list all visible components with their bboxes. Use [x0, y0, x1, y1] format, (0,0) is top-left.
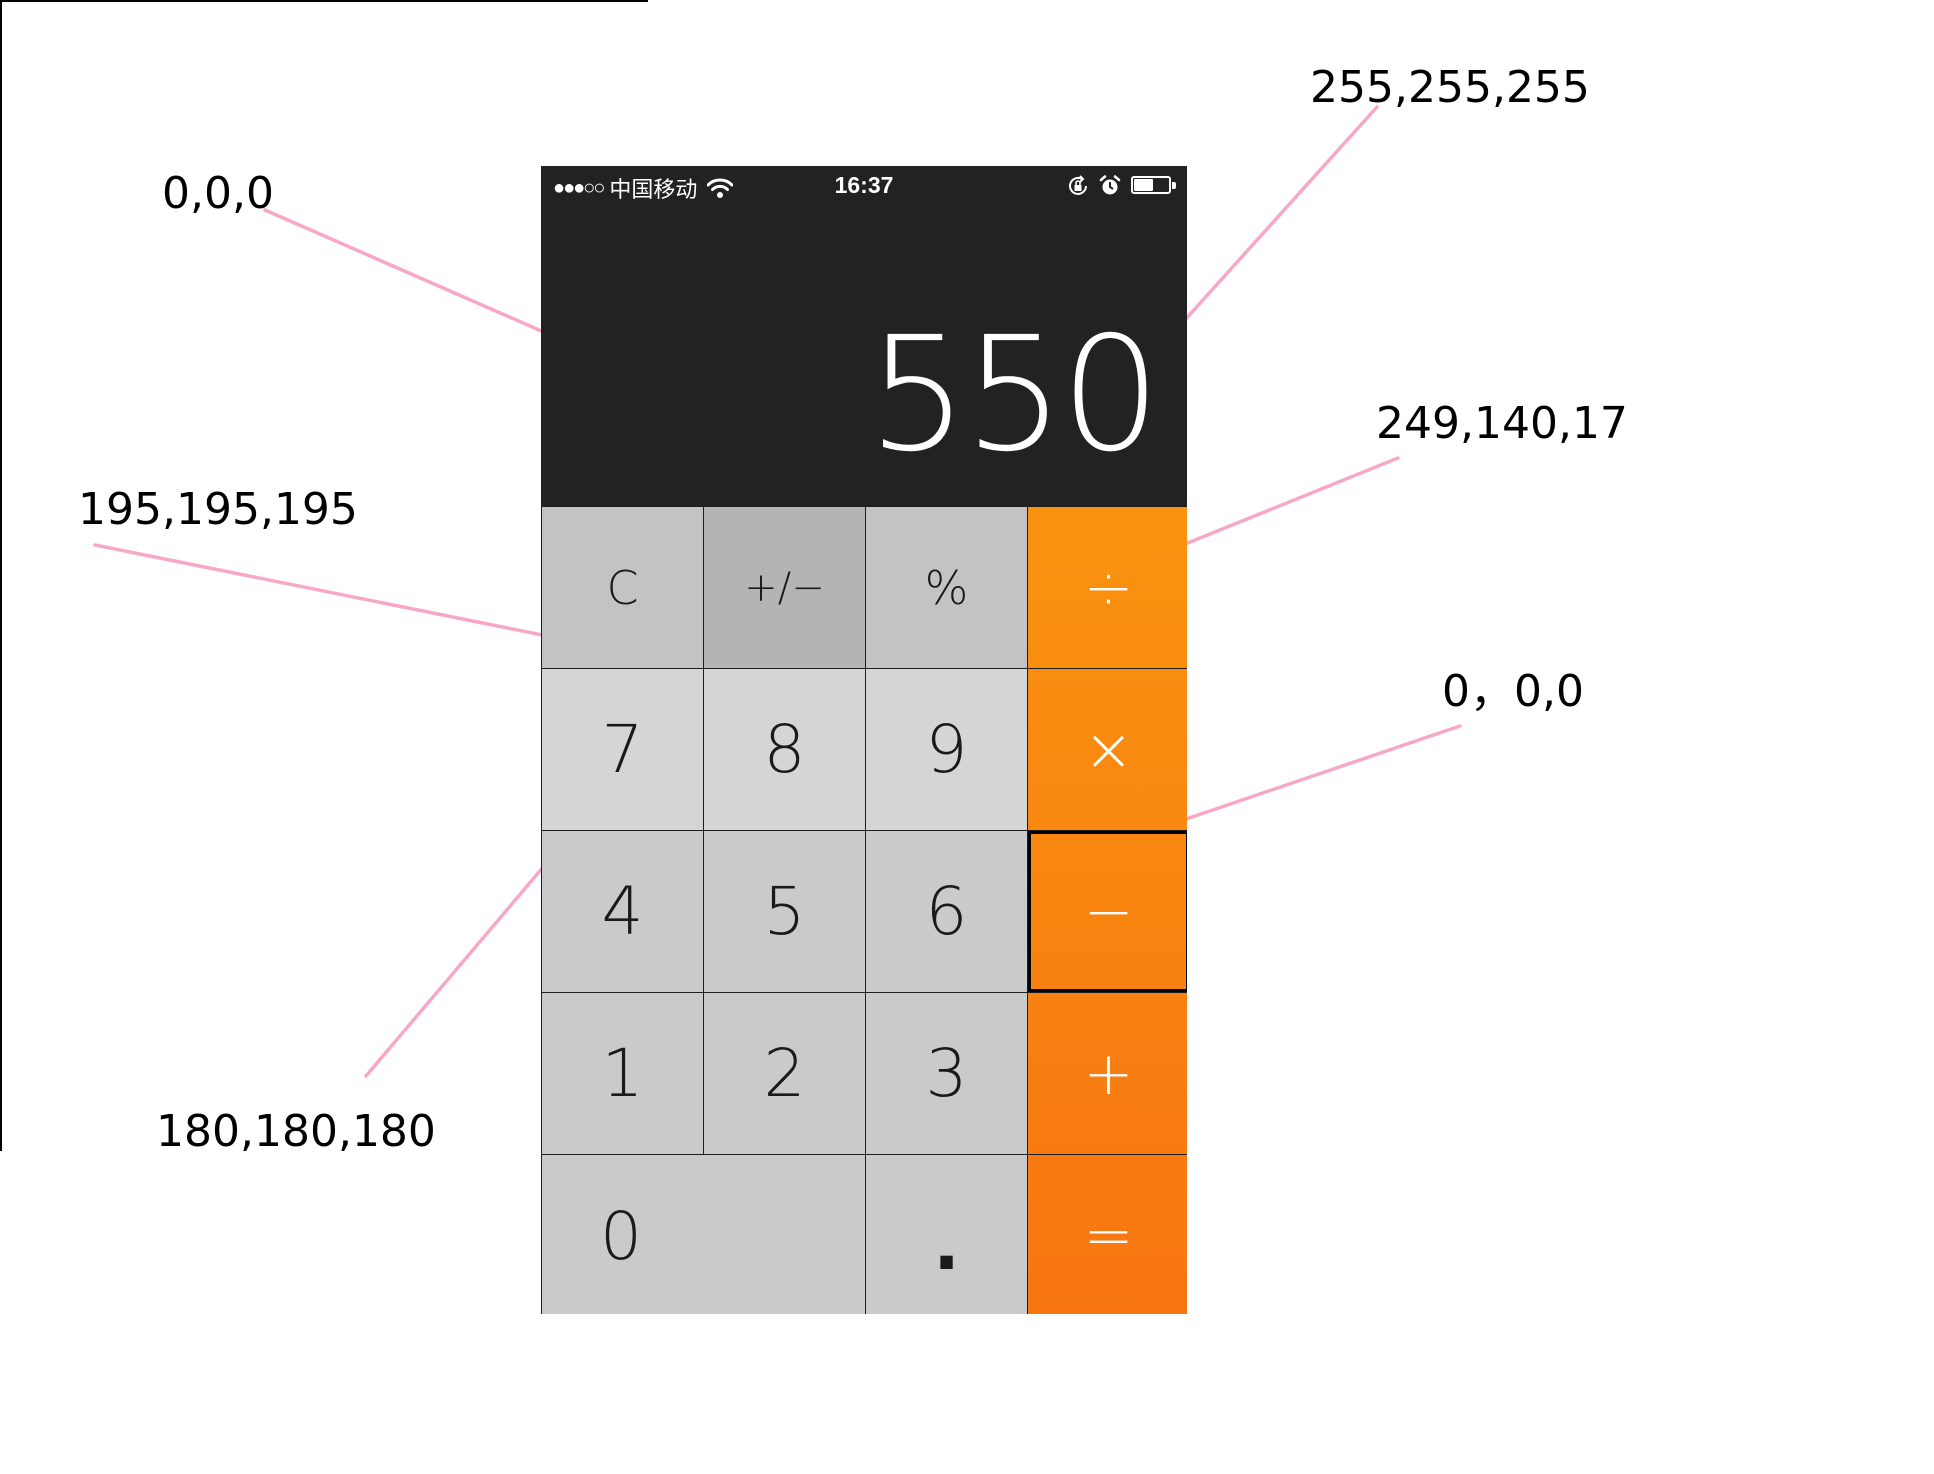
calculator-display: 550 [867, 303, 1161, 487]
annotation-display-text: 255,255,255 [1310, 62, 1590, 113]
divide-button[interactable]: ÷ [1028, 507, 1187, 668]
digit-0-button-label: 0 [600, 1197, 642, 1275]
plus-minus-button[interactable]: +/− [704, 507, 865, 668]
digit-2-button-label: 2 [763, 1035, 806, 1112]
battery-icon [1131, 176, 1177, 196]
digit-7-button[interactable]: 7 [542, 669, 703, 830]
percent-button-label: % [924, 560, 969, 615]
annotation-active-key: 180,180,180 [156, 1106, 436, 1157]
plus-minus-button-label: +/− [744, 564, 825, 611]
digit-9-button[interactable]: 9 [866, 669, 1027, 830]
digit-1-button-label: 1 [601, 1035, 644, 1112]
digit-6-button[interactable]: 6 [866, 831, 1027, 992]
digit-0-button[interactable]: 0 [542, 1155, 865, 1314]
status-bar: ●●●○○ 中国移动 16:37 [541, 166, 1187, 208]
equals-button-label: = [1083, 1201, 1134, 1271]
digit-1-button[interactable]: 1 [542, 993, 703, 1154]
decimal-button[interactable]: . [866, 1155, 1027, 1314]
digit-4-button-label: 4 [601, 873, 644, 950]
digit-7-button-label: 7 [601, 711, 644, 788]
clear-button[interactable]: C [542, 507, 703, 668]
multiply-button[interactable]: × [1028, 669, 1187, 830]
subtract-button-label: − [1083, 876, 1134, 947]
digit-6-button-label: 6 [925, 873, 968, 950]
keypad: C +/−% ÷ 7 8 9 × 4 5 6 − 1 2 3 +0. = [541, 506, 1187, 1314]
divide-button-label: ÷ [1083, 552, 1134, 623]
multiply-button-label: × [1083, 714, 1134, 785]
alarm-icon [1099, 175, 1121, 195]
annotation-display-bg: 0,0,0 [162, 168, 274, 219]
percent-button[interactable]: % [866, 507, 1027, 668]
digit-9-button-label: 9 [925, 711, 968, 788]
clear-button-label: C [606, 560, 639, 615]
digit-8-button-label: 8 [763, 711, 806, 788]
digit-3-button-label: 3 [925, 1035, 968, 1112]
annotation-func-key: 195,195,195 [78, 484, 358, 535]
digit-5-button-label: 5 [763, 873, 806, 950]
decimal-button-label: . [933, 1204, 960, 1286]
annotation-selected-border: 0，0,0 [1442, 666, 1584, 717]
digit-3-button[interactable]: 3 [866, 993, 1027, 1154]
digit-4-button[interactable]: 4 [542, 831, 703, 992]
subtract-button[interactable]: − [1028, 831, 1187, 992]
digit-2-button[interactable]: 2 [704, 993, 865, 1154]
orientation-lock-icon [1069, 175, 1087, 195]
leader-selected-border [1146, 724, 1462, 834]
add-button[interactable]: + [1028, 993, 1187, 1154]
leader-func-key [93, 543, 584, 645]
digit-5-button[interactable]: 5 [704, 831, 865, 992]
left-border-line [0, 0, 2, 1151]
status-right [1067, 175, 1177, 197]
leader-operator-key [1156, 456, 1400, 557]
digit-8-button[interactable]: 8 [704, 669, 865, 830]
top-border-line [0, 0, 648, 2]
annotation-operator-key: 249,140,17 [1376, 398, 1628, 449]
equals-button[interactable]: = [1028, 1155, 1187, 1314]
add-button-label: + [1083, 1038, 1134, 1109]
calculator-screen: ●●●○○ 中国移动 16:37 550 C +/− % ÷ 7 8 9 × 4… [541, 166, 1187, 1314]
